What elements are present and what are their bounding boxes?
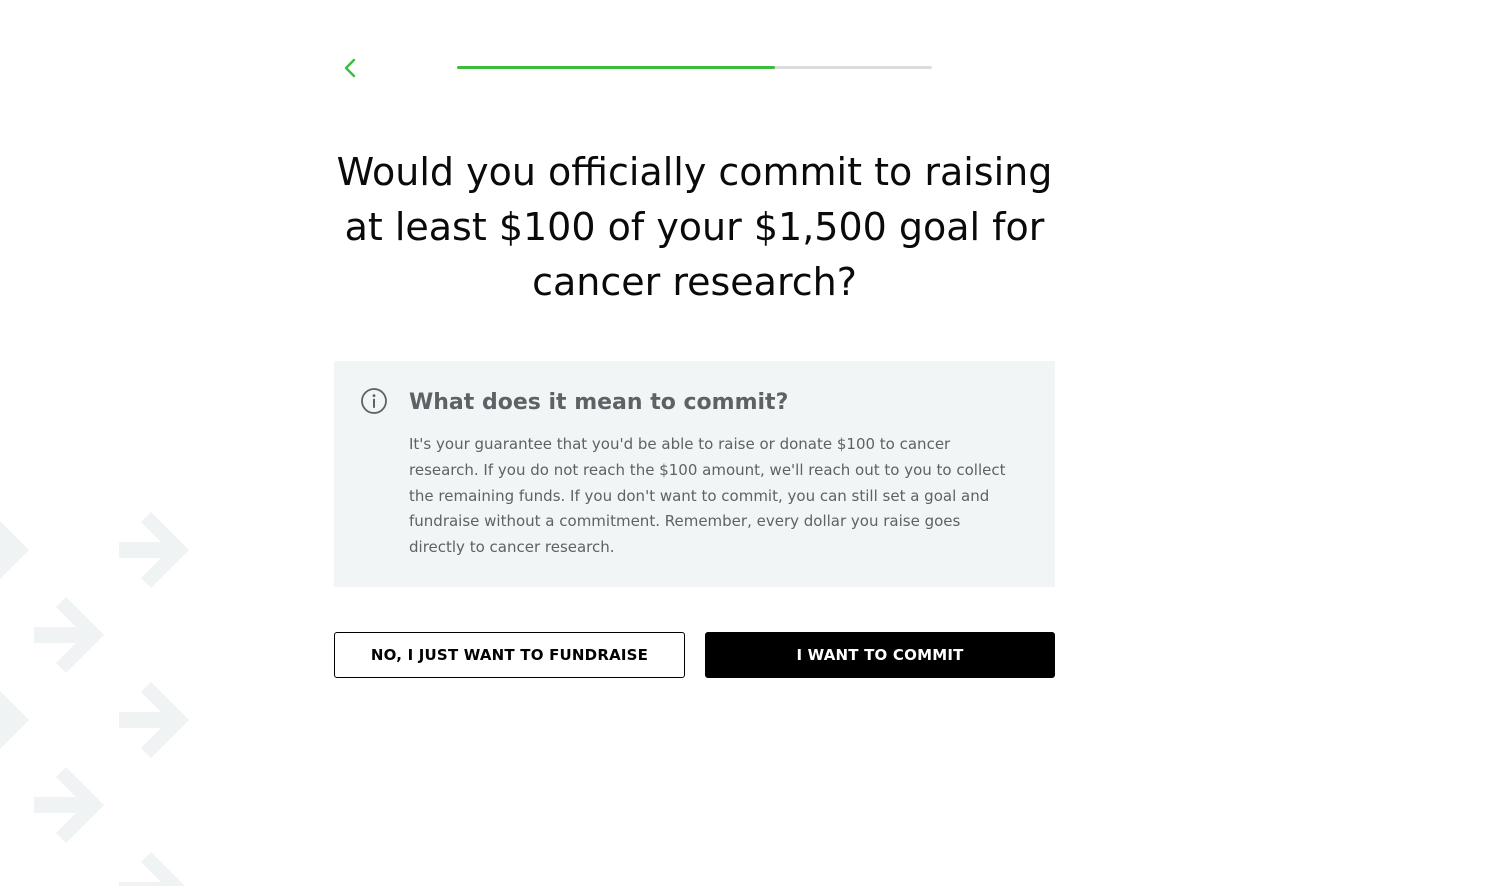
info-title: What does it mean to commit?: [409, 390, 789, 415]
arrow-right-icon: [0, 682, 29, 758]
question-line: cancer research?: [532, 260, 857, 304]
info-body-line: research. If you do not reach the $100 a…: [409, 460, 1006, 479]
info-circle-icon: [361, 388, 387, 414]
arrow-right-icon: [0, 512, 29, 588]
question-heading: Would you officially commit to raising a…: [334, 145, 1055, 310]
info-body-line: directly to cancer research.: [409, 538, 615, 557]
back-button[interactable]: [336, 52, 364, 84]
arrow-right-icon: [119, 682, 189, 758]
commit-button[interactable]: I WANT TO COMMIT: [705, 632, 1055, 678]
arrow-right-icon: [119, 852, 189, 886]
fundraise-only-button[interactable]: NO, I JUST WANT TO FUNDRAISE: [334, 632, 685, 678]
arrow-pattern-background: [0, 512, 189, 886]
progress-bar-fill: [457, 66, 776, 69]
info-body-line: the remaining funds. If you don't want t…: [409, 486, 990, 505]
arrow-right-icon: [34, 767, 104, 843]
chevron-left-icon: [344, 58, 356, 78]
info-body-line: It's your guarantee that you'd be able t…: [409, 435, 951, 453]
commitment-info-box: What does it mean to commit? It's your g…: [334, 361, 1055, 587]
progress-bar: [457, 66, 932, 69]
question-line: Would you officially commit to raising: [336, 150, 1053, 194]
info-body-line: fundraise without a commitment. Remember…: [409, 512, 961, 531]
question-line: at least $100 of your $1,500 goal for: [344, 205, 1045, 249]
info-body: It's your guarantee that you'd be able t…: [409, 432, 1009, 561]
arrow-right-icon: [34, 597, 104, 673]
arrow-right-icon: [119, 512, 189, 588]
